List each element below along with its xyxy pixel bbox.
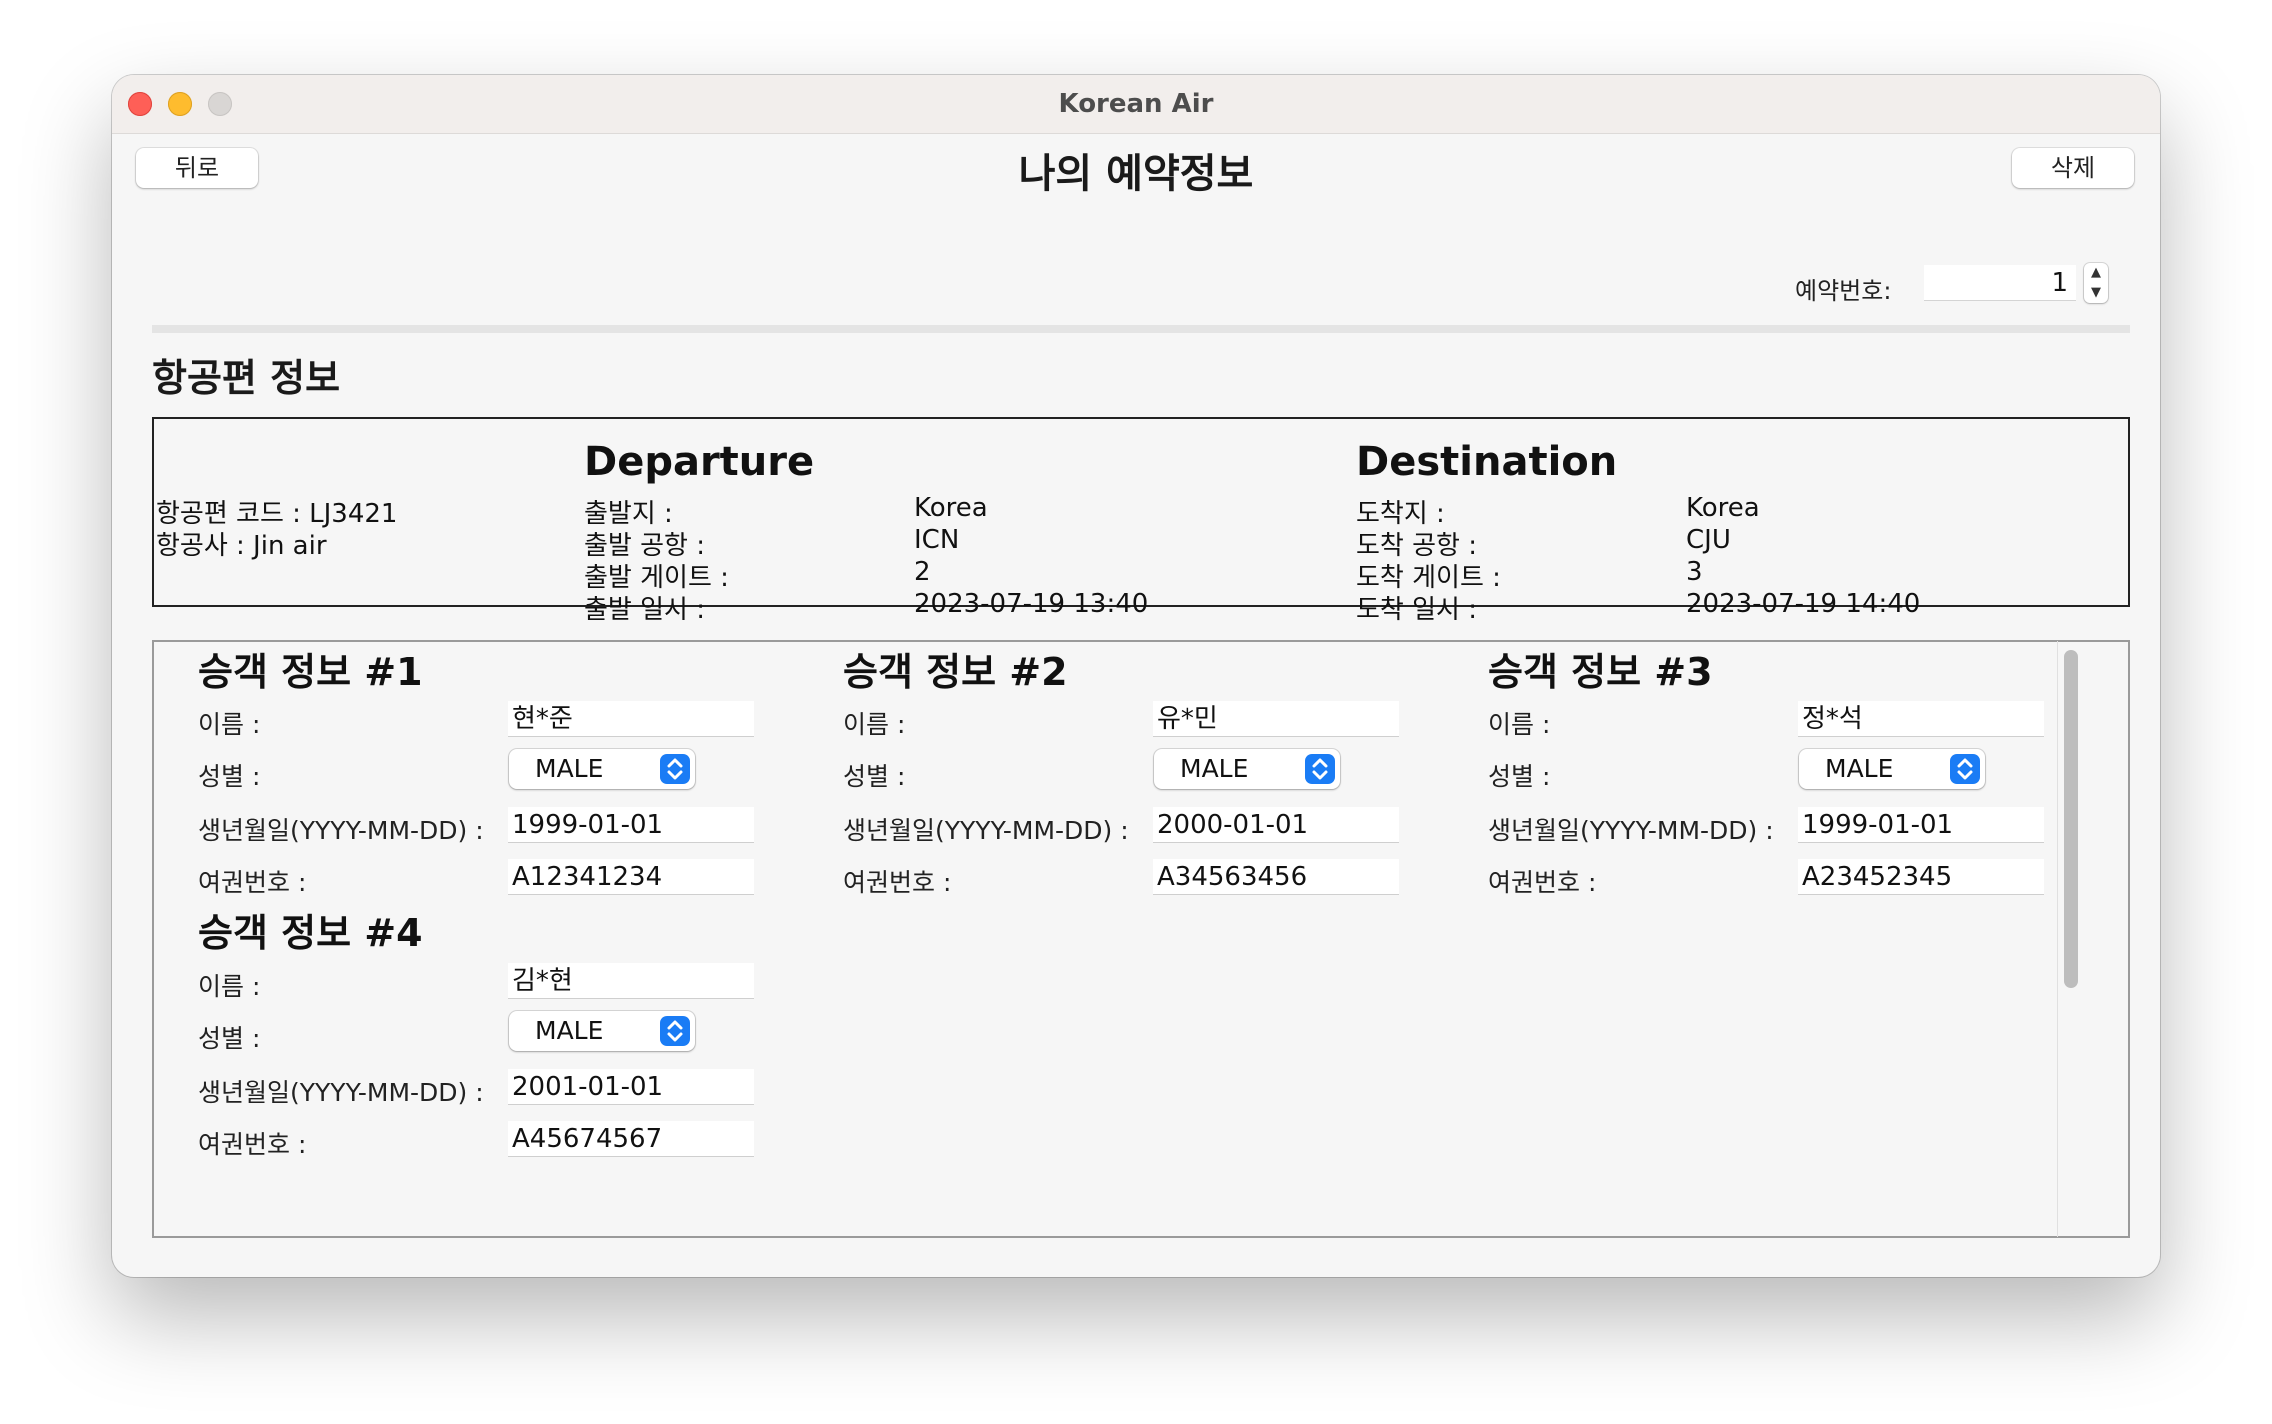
departure-airport: ICN — [914, 525, 960, 555]
select-chevron-icon — [1950, 754, 1980, 784]
birth-label: 생년월일(YYYY-MM-DD) : — [198, 1078, 484, 1107]
destination-airport: CJU — [1686, 525, 1731, 555]
name-field[interactable]: 김*현 — [508, 963, 754, 999]
departure-gate: 2 — [914, 557, 931, 587]
gender-value: MALE — [535, 754, 604, 783]
scrollbar-thumb[interactable] — [2064, 650, 2078, 988]
departure-time: 2023-07-19 13:40 — [914, 589, 1149, 619]
scrollbar-track — [2057, 641, 2058, 1237]
app-window: Korean Air 뒤로 나의 예약정보 삭제 예약번호: 1 ▲ ▼ 항공편… — [112, 75, 2160, 1277]
flight-section-title: 항공편 정보 — [152, 356, 341, 400]
stepper-down-icon[interactable]: ▼ — [2084, 283, 2108, 303]
gender-select[interactable]: MALE — [1799, 749, 1985, 789]
delete-button[interactable]: 삭제 — [2012, 148, 2134, 188]
name-label: 이름 : — [843, 710, 906, 739]
reservation-number-stepper[interactable]: ▲ ▼ — [2084, 263, 2108, 303]
birth-label: 생년월일(YYYY-MM-DD) : — [1488, 816, 1774, 845]
passport-field[interactable]: A23452345 — [1798, 859, 2044, 895]
reservation-number-label: 예약번호: — [1795, 277, 1892, 305]
name-field[interactable]: 현*준 — [508, 701, 754, 737]
airline: 항공사 : Jin air — [156, 531, 327, 561]
gender-value: MALE — [535, 1016, 604, 1045]
passport-label: 여권번호 : — [198, 868, 307, 897]
gender-label: 성별 : — [198, 762, 261, 791]
gender-label: 성별 : — [198, 1024, 261, 1053]
name-field[interactable]: 유*민 — [1153, 701, 1399, 737]
select-chevron-icon — [660, 1016, 690, 1046]
name-field[interactable]: 정*석 — [1798, 701, 2044, 737]
destination-gate: 3 — [1686, 557, 1703, 587]
destination-time-label: 도착 일시 : — [1356, 595, 1477, 625]
name-label: 이름 : — [1488, 710, 1551, 739]
gender-label: 성별 : — [843, 762, 906, 791]
name-label: 이름 : — [198, 710, 261, 739]
passenger-title: 승객 정보 #1 — [198, 650, 423, 694]
stepper-up-icon[interactable]: ▲ — [2084, 263, 2108, 283]
destination-time: 2023-07-19 14:40 — [1686, 589, 1921, 619]
passport-field[interactable]: A34563456 — [1153, 859, 1399, 895]
departure-heading: Departure — [584, 439, 815, 485]
passenger-title: 승객 정보 #2 — [843, 650, 1068, 694]
gender-select[interactable]: MALE — [509, 1011, 695, 1051]
passenger-title: 승객 정보 #3 — [1488, 650, 1713, 694]
birth-field[interactable]: 1999-01-01 — [1798, 807, 2044, 843]
birth-label: 생년월일(YYYY-MM-DD) : — [843, 816, 1129, 845]
select-chevron-icon — [660, 754, 690, 784]
passenger-title: 승객 정보 #4 — [198, 911, 423, 955]
name-label: 이름 : — [198, 972, 261, 1001]
gender-value: MALE — [1825, 754, 1894, 783]
section-divider — [152, 325, 2130, 333]
departure-time-label: 출발 일시 : — [584, 595, 705, 625]
birth-field[interactable]: 1999-01-01 — [508, 807, 754, 843]
title-bar: Korean Air — [112, 75, 2160, 134]
birth-field[interactable]: 2001-01-01 — [508, 1069, 754, 1105]
destination-heading: Destination — [1356, 439, 1618, 485]
gender-label: 성별 : — [1488, 762, 1551, 791]
departure-place: Korea — [914, 493, 988, 523]
destination-place: Korea — [1686, 493, 1760, 523]
select-chevron-icon — [1305, 754, 1335, 784]
passport-label: 여권번호 : — [843, 868, 952, 897]
birth-field[interactable]: 2000-01-01 — [1153, 807, 1399, 843]
window-title: Korean Air — [1058, 89, 1214, 119]
passport-field[interactable]: A12341234 — [508, 859, 754, 895]
passport-label: 여권번호 : — [1488, 868, 1597, 897]
gender-select[interactable]: MALE — [509, 749, 695, 789]
flight-info-box: 항공편 코드 : LJ3421 항공사 : Jin air Departure … — [152, 417, 2130, 625]
gender-select[interactable]: MALE — [1154, 749, 1340, 789]
passport-field[interactable]: A45674567 — [508, 1121, 754, 1157]
reservation-number-input[interactable]: 1 — [1924, 265, 2076, 301]
page-title: 나의 예약정보 — [1018, 151, 1254, 197]
passport-label: 여권번호 : — [198, 1130, 307, 1159]
birth-label: 생년월일(YYYY-MM-DD) : — [198, 816, 484, 845]
gender-value: MALE — [1180, 754, 1249, 783]
